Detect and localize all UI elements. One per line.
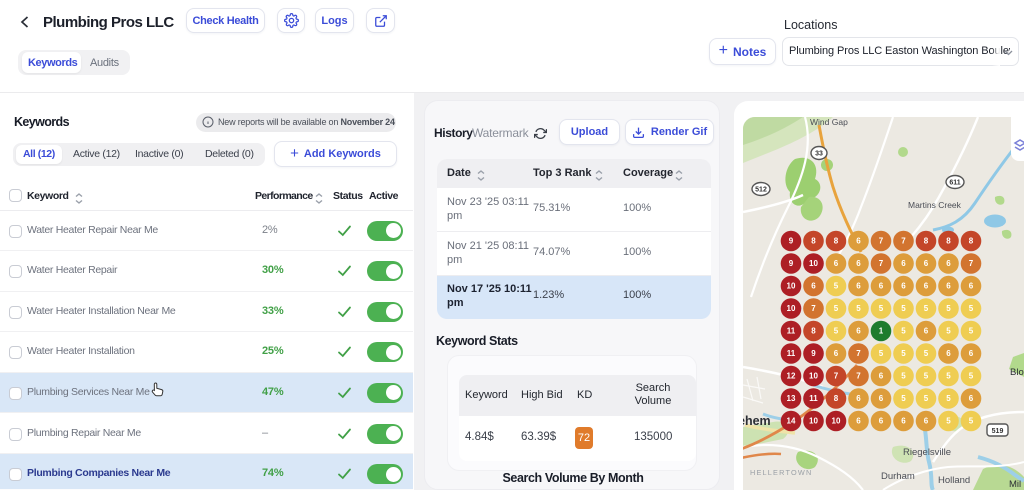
svg-text:1: 1 — [879, 327, 884, 336]
svg-text:5: 5 — [969, 327, 974, 336]
svg-text:7: 7 — [901, 237, 906, 246]
svg-text:7: 7 — [856, 372, 861, 381]
svg-text:ehem: ehem — [743, 414, 771, 428]
svg-text:7: 7 — [834, 372, 839, 381]
svg-text:6: 6 — [879, 372, 884, 381]
svg-text:5: 5 — [834, 304, 839, 313]
svg-text:5: 5 — [901, 349, 906, 358]
svg-text:9: 9 — [811, 349, 816, 358]
svg-text:Durham: Durham — [881, 471, 915, 482]
svg-text:5: 5 — [946, 394, 951, 403]
svg-text:6: 6 — [901, 282, 906, 291]
svg-text:6: 6 — [856, 327, 861, 336]
svg-text:14: 14 — [787, 417, 796, 426]
svg-text:6: 6 — [834, 259, 839, 268]
svg-text:5: 5 — [946, 372, 951, 381]
svg-text:5: 5 — [946, 417, 951, 426]
svg-text:7: 7 — [811, 304, 816, 313]
svg-text:6: 6 — [879, 394, 884, 403]
svg-text:5: 5 — [946, 327, 951, 336]
svg-text:Blo: Blo — [1010, 367, 1024, 378]
svg-text:6: 6 — [856, 237, 861, 246]
svg-text:6: 6 — [924, 417, 929, 426]
svg-text:5: 5 — [946, 304, 951, 313]
svg-text:5: 5 — [901, 394, 906, 403]
svg-text:6: 6 — [946, 282, 951, 291]
svg-text:5: 5 — [901, 304, 906, 313]
svg-text:512: 512 — [755, 187, 767, 194]
svg-text:6: 6 — [969, 349, 974, 358]
svg-text:7: 7 — [879, 237, 884, 246]
svg-text:7: 7 — [969, 259, 974, 268]
svg-text:5: 5 — [901, 327, 906, 336]
svg-text:8: 8 — [834, 237, 839, 246]
svg-text:6: 6 — [901, 417, 906, 426]
svg-text:5: 5 — [834, 327, 839, 336]
svg-text:5: 5 — [924, 394, 929, 403]
svg-text:5: 5 — [901, 372, 906, 381]
svg-text:8: 8 — [834, 394, 839, 403]
svg-text:5: 5 — [924, 349, 929, 358]
svg-text:5: 5 — [856, 304, 861, 313]
svg-text:8: 8 — [969, 237, 974, 246]
svg-text:6: 6 — [811, 282, 816, 291]
svg-text:11: 11 — [809, 394, 818, 403]
svg-text:5: 5 — [969, 304, 974, 313]
svg-text:10: 10 — [809, 259, 818, 268]
svg-text:6: 6 — [946, 349, 951, 358]
svg-text:11: 11 — [787, 349, 796, 358]
svg-text:6: 6 — [924, 282, 929, 291]
svg-text:33: 33 — [815, 151, 823, 158]
svg-text:519: 519 — [992, 428, 1004, 435]
svg-text:8: 8 — [924, 237, 929, 246]
svg-text:11: 11 — [787, 327, 796, 336]
svg-text:6: 6 — [856, 282, 861, 291]
svg-text:7: 7 — [879, 259, 884, 268]
svg-text:5: 5 — [834, 282, 839, 291]
svg-text:10: 10 — [787, 304, 796, 313]
svg-text:7: 7 — [856, 349, 861, 358]
svg-text:6: 6 — [856, 394, 861, 403]
svg-text:6: 6 — [946, 259, 951, 268]
svg-text:10: 10 — [787, 282, 796, 291]
svg-text:10: 10 — [809, 372, 818, 381]
svg-text:611: 611 — [949, 180, 960, 187]
svg-text:Holland: Holland — [938, 475, 970, 486]
svg-text:Martins Creek: Martins Creek — [908, 200, 962, 210]
svg-text:5: 5 — [879, 349, 884, 358]
svg-text:Riegelsville: Riegelsville — [903, 447, 951, 458]
svg-text:Mil: Mil — [1009, 479, 1021, 490]
svg-text:6: 6 — [901, 259, 906, 268]
svg-text:5: 5 — [924, 304, 929, 313]
svg-text:6: 6 — [856, 259, 861, 268]
svg-text:13: 13 — [787, 394, 796, 403]
svg-text:5: 5 — [924, 372, 929, 381]
svg-text:6: 6 — [879, 417, 884, 426]
svg-text:5: 5 — [969, 417, 974, 426]
svg-text:8: 8 — [811, 237, 816, 246]
svg-text:8: 8 — [946, 237, 951, 246]
svg-text:Wind Gap: Wind Gap — [810, 117, 848, 127]
svg-text:6: 6 — [856, 417, 861, 426]
svg-text:10: 10 — [832, 417, 841, 426]
svg-text:6: 6 — [924, 327, 929, 336]
svg-text:8: 8 — [811, 327, 816, 336]
svg-text:9: 9 — [789, 237, 794, 246]
svg-text:5: 5 — [879, 304, 884, 313]
svg-text:12: 12 — [787, 372, 796, 381]
svg-text:6: 6 — [969, 282, 974, 291]
svg-text:6: 6 — [924, 259, 929, 268]
svg-text:10: 10 — [809, 417, 818, 426]
svg-text:6: 6 — [969, 394, 974, 403]
svg-text:HELLERTOWN: HELLERTOWN — [750, 468, 812, 477]
svg-text:6: 6 — [834, 349, 839, 358]
svg-text:9: 9 — [789, 259, 794, 268]
svg-text:6: 6 — [879, 282, 884, 291]
svg-text:5: 5 — [969, 372, 974, 381]
